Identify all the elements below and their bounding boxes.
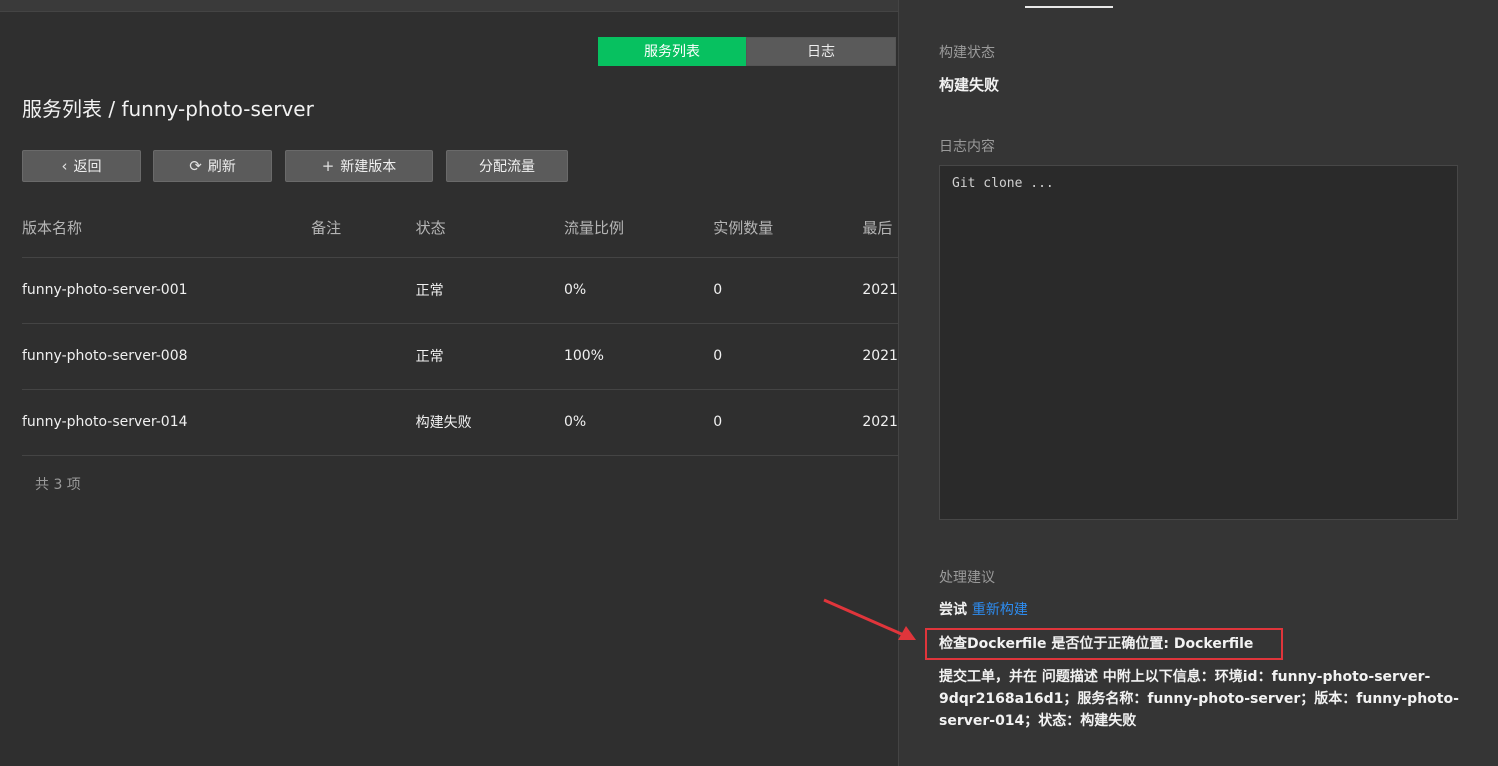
version-name-cell[interactable]: funny-photo-server-014 [22,389,312,456]
build-status-label: 构建状态 [939,45,995,61]
col-version-name[interactable]: 版本名称 [22,198,312,258]
status-cell: 正常 [415,323,564,390]
retry-prefix: 尝试 [939,602,967,618]
dockerfile-check-highlight: 检查Dockerfile 是否位于正确位置: Dockerfile [925,628,1283,660]
note-cell [311,257,416,324]
note-cell [311,323,416,390]
main-content: 服务列表 日志 服务列表 / funny-photo-server ‹ 返回 ⟳… [0,0,898,766]
log-label: 日志内容 [939,139,995,155]
refresh-label: 刷新 [207,159,236,175]
new-version-button[interactable]: + 新建版本 [285,150,433,182]
annotation-arrow-icon [823,598,916,640]
instances-cell: 0 [713,257,863,324]
status-cell: 构建失败 [415,389,564,456]
log-content-box[interactable]: Git clone ... [939,165,1458,520]
build-status-value: 构建失败 [939,76,1000,94]
traffic-cell: 0% [563,389,714,456]
traffic-cell: 0% [563,257,714,324]
plus-icon: + [321,157,335,175]
instances-cell: 0 [713,323,863,390]
table-row[interactable]: funny-photo-server-008 正常 100% 0 2021 [22,323,898,390]
tab-service-list[interactable]: 服务列表 [598,37,746,66]
col-note: 备注 [311,198,416,258]
last-cell: 2021 [862,323,898,390]
note-cell [311,389,416,456]
back-label: 返回 [73,159,102,175]
total-count: 共 3 项 [35,477,81,493]
instances-cell: 0 [713,389,863,456]
last-cell: 2021 [862,389,898,456]
page-title: 服务列表 / funny-photo-server [22,97,314,121]
log-content-text: Git clone ... [952,176,1054,191]
traffic-cell: 100% [563,323,714,390]
ticket-instructions: 提交工单，并在 问题描述 中附上以下信息：环境id：funny-photo-se… [939,669,1459,729]
table-row[interactable]: funny-photo-server-014 构建失败 0% 0 2021 [22,389,898,456]
retry-suggestion: 尝试 重新构建 [939,599,1028,619]
back-button[interactable]: ‹ 返回 [22,150,141,182]
refresh-button[interactable]: ⟳ 刷新 [153,150,272,182]
version-name-cell[interactable]: funny-photo-server-001 [22,257,312,324]
new-version-label: 新建版本 [340,159,397,175]
assign-traffic-button[interactable]: 分配流量 [446,150,568,182]
col-traffic: 流量比例 [563,198,714,258]
version-name-cell[interactable]: funny-photo-server-008 [22,323,312,390]
build-detail-panel: 构建状态 构建失败 日志内容 Git clone ... 处理建议 尝试 重新构… [898,0,1498,766]
col-last: 最后 [862,198,898,258]
assign-traffic-label: 分配流量 [479,159,535,175]
rebuild-link[interactable]: 重新构建 [972,602,1028,618]
tab-logs[interactable]: 日志 [746,37,896,66]
table-header-row: 版本名称 备注 状态 流量比例 实例数量 最后 [22,198,898,258]
col-status: 状态 [415,198,564,258]
advice-label: 处理建议 [939,570,995,586]
last-cell: 2021 [862,257,898,324]
versions-table: 版本名称 备注 状态 流量比例 实例数量 最后 funny-photo-serv… [22,198,898,456]
view-tabs: 服务列表 日志 [598,37,896,66]
chevron-left-icon: ‹ [61,157,68,175]
panel-tab-indicator [1025,6,1113,8]
col-instances: 实例数量 [713,198,863,258]
refresh-icon: ⟳ [189,157,202,175]
status-cell: 正常 [415,257,564,324]
table-row[interactable]: funny-photo-server-001 正常 0% 0 2021 [22,257,898,324]
